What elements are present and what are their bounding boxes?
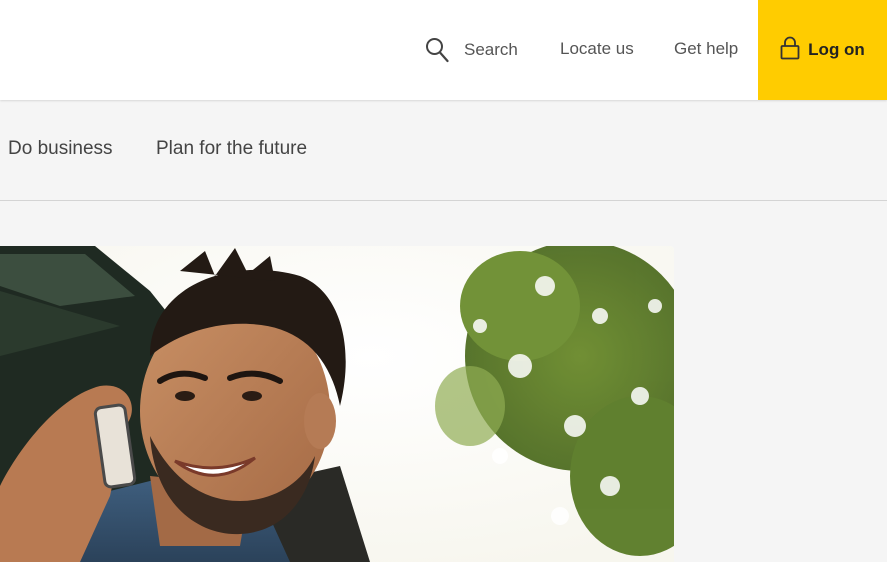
search-link[interactable]: Search xyxy=(425,36,518,64)
nav-item-do-business[interactable]: Do business xyxy=(8,138,113,160)
locate-us-link[interactable]: Locate us xyxy=(560,39,634,59)
search-label: Search xyxy=(464,40,518,59)
top-utility-bar: Search Locate us Get help Log on xyxy=(0,0,887,100)
get-help-link[interactable]: Get help xyxy=(674,39,738,59)
nav-item-plan-for-the-future[interactable]: Plan for the future xyxy=(156,138,307,160)
main-navigation: Do business Plan for the future xyxy=(0,100,887,201)
log-on-button[interactable]: Log on xyxy=(758,0,887,100)
search-icon xyxy=(425,37,449,63)
log-on-label: Log on xyxy=(808,40,865,59)
hero-photo-illustration xyxy=(0,246,674,562)
hero-image xyxy=(0,246,674,562)
lock-icon xyxy=(780,36,800,65)
